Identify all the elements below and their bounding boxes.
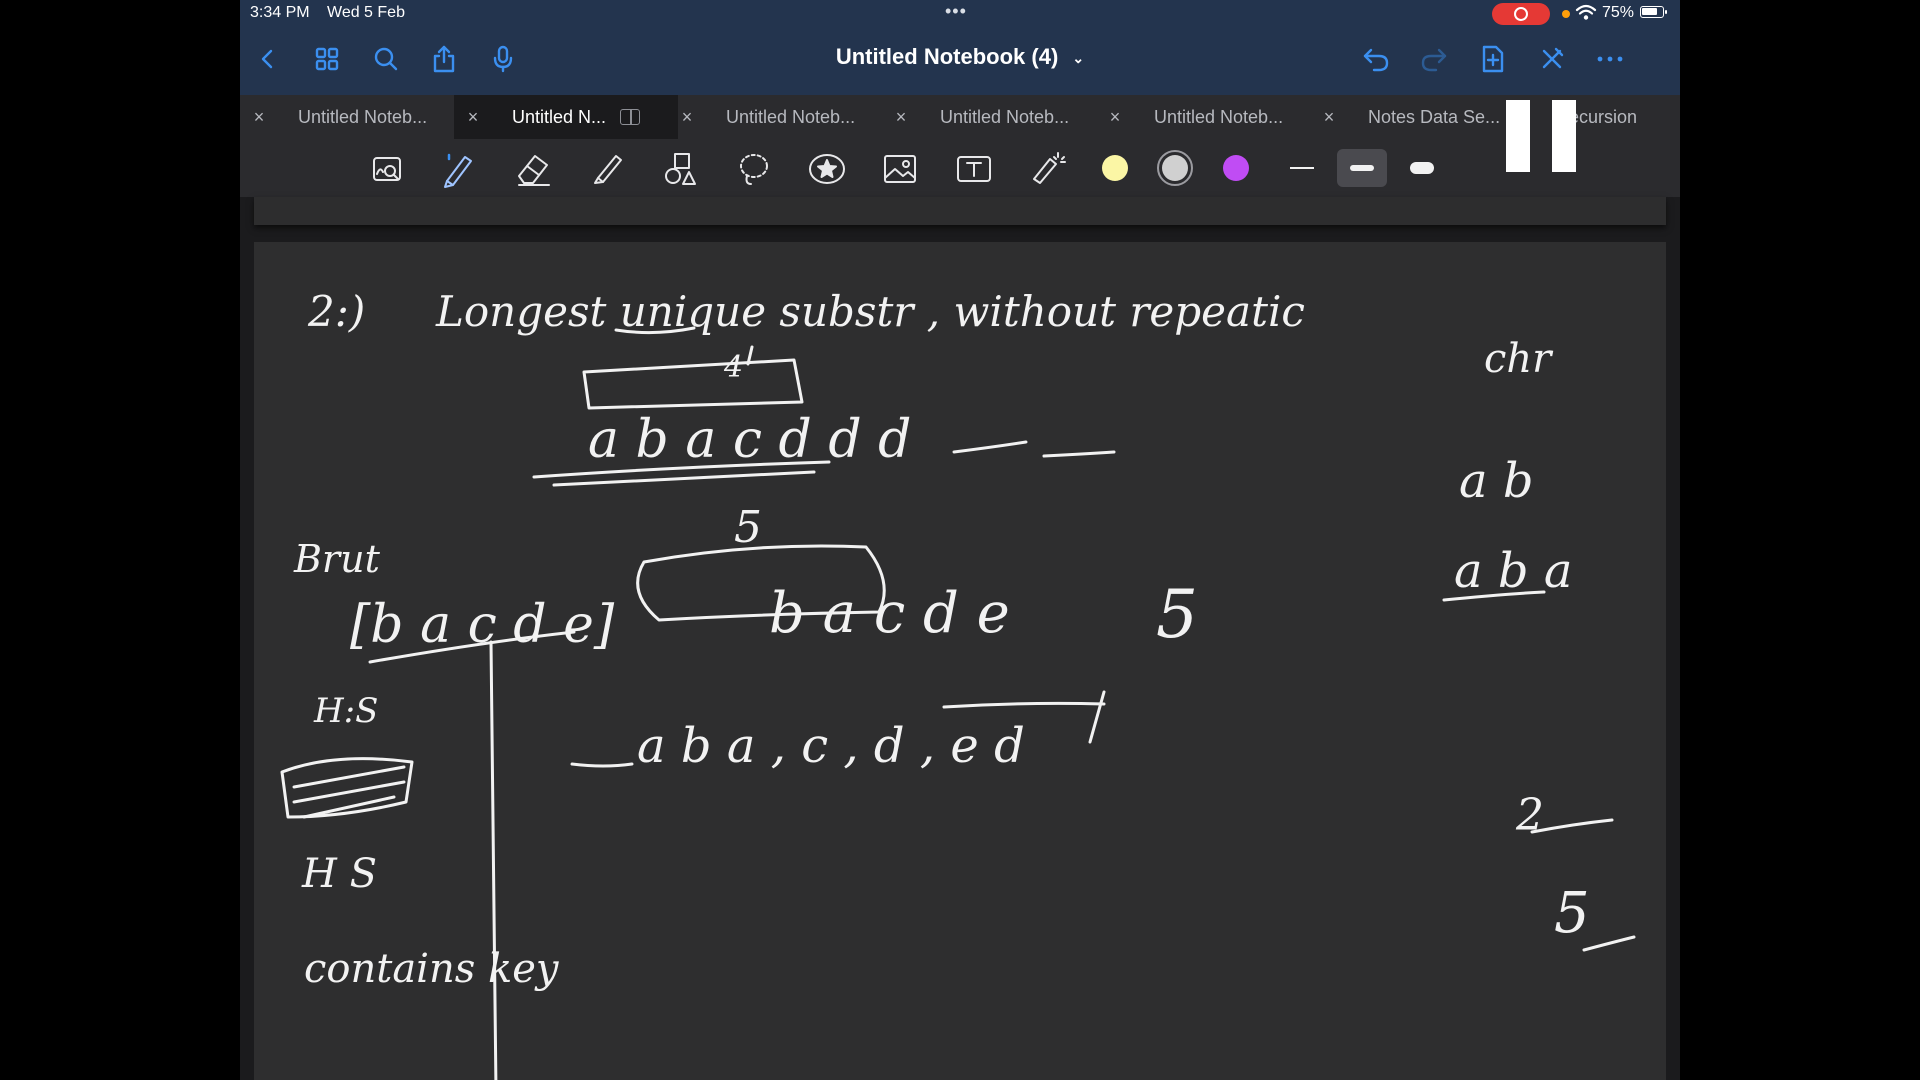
close-icon[interactable]: × [1320,107,1338,128]
close-icon[interactable]: × [1106,107,1124,128]
tab-label: Untitled Noteb... [1154,106,1284,127]
brute-set: [b a c d e] [350,595,615,655]
tab-label: Untitled Noteb... [940,106,1070,127]
mic-in-use-icon [1562,10,1570,18]
his-scribble-lines [292,765,406,819]
color-swatch-gray[interactable] [1157,150,1193,186]
heading-continued: chr [1484,336,1554,382]
highlighter-icon[interactable] [585,147,629,191]
tab-notebook-active[interactable]: × Untitled N... [454,95,678,139]
char-underline [570,762,634,768]
share-icon[interactable] [424,39,464,79]
divider-line [489,640,498,1080]
nav-bar: Untitled Notebook (4) ⌄ [240,30,1680,88]
tab-notebook-4[interactable]: × Untitled Noteb... [882,95,1106,139]
tab-notebook-5[interactable]: × Untitled Noteb... [1096,95,1320,139]
eraser-icon[interactable] [512,147,556,191]
close-icon[interactable]: × [892,107,910,128]
tab-recursion[interactable]: Recursion [1516,95,1680,139]
zoom-window-icon[interactable] [366,147,410,191]
right-two-dash [1530,818,1614,834]
two-dash-2 [1042,450,1116,458]
screen-recording-icon[interactable] [1492,3,1550,25]
chevron-left-icon[interactable] [248,39,288,79]
answer-aba: a b a [1454,543,1572,599]
wifi-icon [1575,4,1597,20]
top-count: 4 [723,350,743,385]
notebook-canvas[interactable]: 2:) Longest unique substr , without repe… [240,197,1680,1080]
redo-icon[interactable] [1414,39,1454,79]
contains-label: contains key [304,946,560,992]
stroke-thin[interactable] [1277,149,1327,187]
close-icon[interactable]: × [464,107,482,128]
tab-notes-data-se[interactable]: × Notes Data Se... [1310,95,1526,139]
notebook-page[interactable]: 2:) Longest unique substr , without repe… [254,242,1666,1080]
close-icon[interactable]: × [678,107,696,128]
notebook-title-text[interactable]: Untitled Notebook (4) [836,44,1058,69]
two-dash [952,440,1028,454]
pen-toolbar [240,139,1680,197]
search-icon[interactable] [366,39,406,79]
heading-text: Longest unique substr , without repeatic [435,287,1305,336]
question-number: 2:) [307,287,365,336]
color-swatch-yellow[interactable] [1102,155,1128,181]
example-string: a b a c d d d [588,410,911,470]
battery-icon [1640,6,1667,18]
chevron-down-icon[interactable]: ⌄ [1072,50,1084,67]
tab-bar: × Untitled Noteb... × Untitled N... × Un… [240,95,1680,139]
split-view-icon[interactable] [620,109,641,125]
battery-percent: 75% [1602,4,1635,21]
tab-notebook-3[interactable]: × Untitled Noteb... [668,95,892,139]
right-five-dash [1582,935,1636,952]
right-two: 2 [1515,790,1544,841]
more-icon[interactable] [1590,39,1630,79]
brute-label: Brut [293,537,381,581]
undo-icon[interactable] [1356,39,1396,79]
app-header: 3:34 PM Wed 5 Feb ••• 75% Untitled Noteb… [240,0,1680,95]
previous-page [254,197,1666,225]
boxed-count: 5 [1156,576,1198,653]
stroke-thick[interactable] [1397,149,1447,187]
text-box-icon[interactable] [952,147,996,191]
grid-icon[interactable] [307,39,347,79]
tab-label: Notes Data Se... [1368,106,1501,127]
right-five: 5 [1554,881,1590,946]
status-time: 3:34 PM [250,4,310,21]
answer-ab: a b [1459,453,1534,509]
window-box [582,358,804,410]
status-bar: 3:34 PM Wed 5 Feb ••• 75% [240,0,1680,28]
ipad-screen: 3:34 PM Wed 5 Feb ••• 75% Untitled Noteb… [240,0,1680,1080]
color-swatch-purple[interactable] [1223,155,1249,181]
close-icon[interactable]: × [250,107,268,128]
status-date: Wed 5 Feb [327,4,405,21]
window-length: 5 [734,502,762,553]
char-list-arrow [1088,690,1106,744]
stroke-medium[interactable] [1337,149,1387,187]
multitasking-dots-icon[interactable]: ••• [945,1,967,22]
pen-icon[interactable] [437,147,481,191]
char-list-strike [942,701,1106,709]
tab-label: Untitled Noteb... [298,106,428,127]
sticker-icon[interactable] [805,147,849,191]
pen-off-icon[interactable] [1532,39,1572,79]
handwriting-layer: 2:) Longest unique substr , without repe… [280,287,1636,1080]
his-label-2: H S [301,851,377,897]
add-page-icon[interactable] [1473,39,1513,79]
tab-label: Untitled Noteb... [726,106,856,127]
microphone-icon[interactable] [483,39,523,79]
lasso-icon[interactable] [732,147,776,191]
char-list: a b a , c , d , e d [637,718,1025,774]
shapes-icon[interactable] [658,147,702,191]
image-icon[interactable] [878,147,922,191]
his-label: H:S [313,691,378,731]
laser-pointer-icon[interactable] [1026,147,1070,191]
tab-label: Untitled N... [512,106,607,127]
tab-notebook-1[interactable]: × Untitled Noteb... [240,95,464,139]
